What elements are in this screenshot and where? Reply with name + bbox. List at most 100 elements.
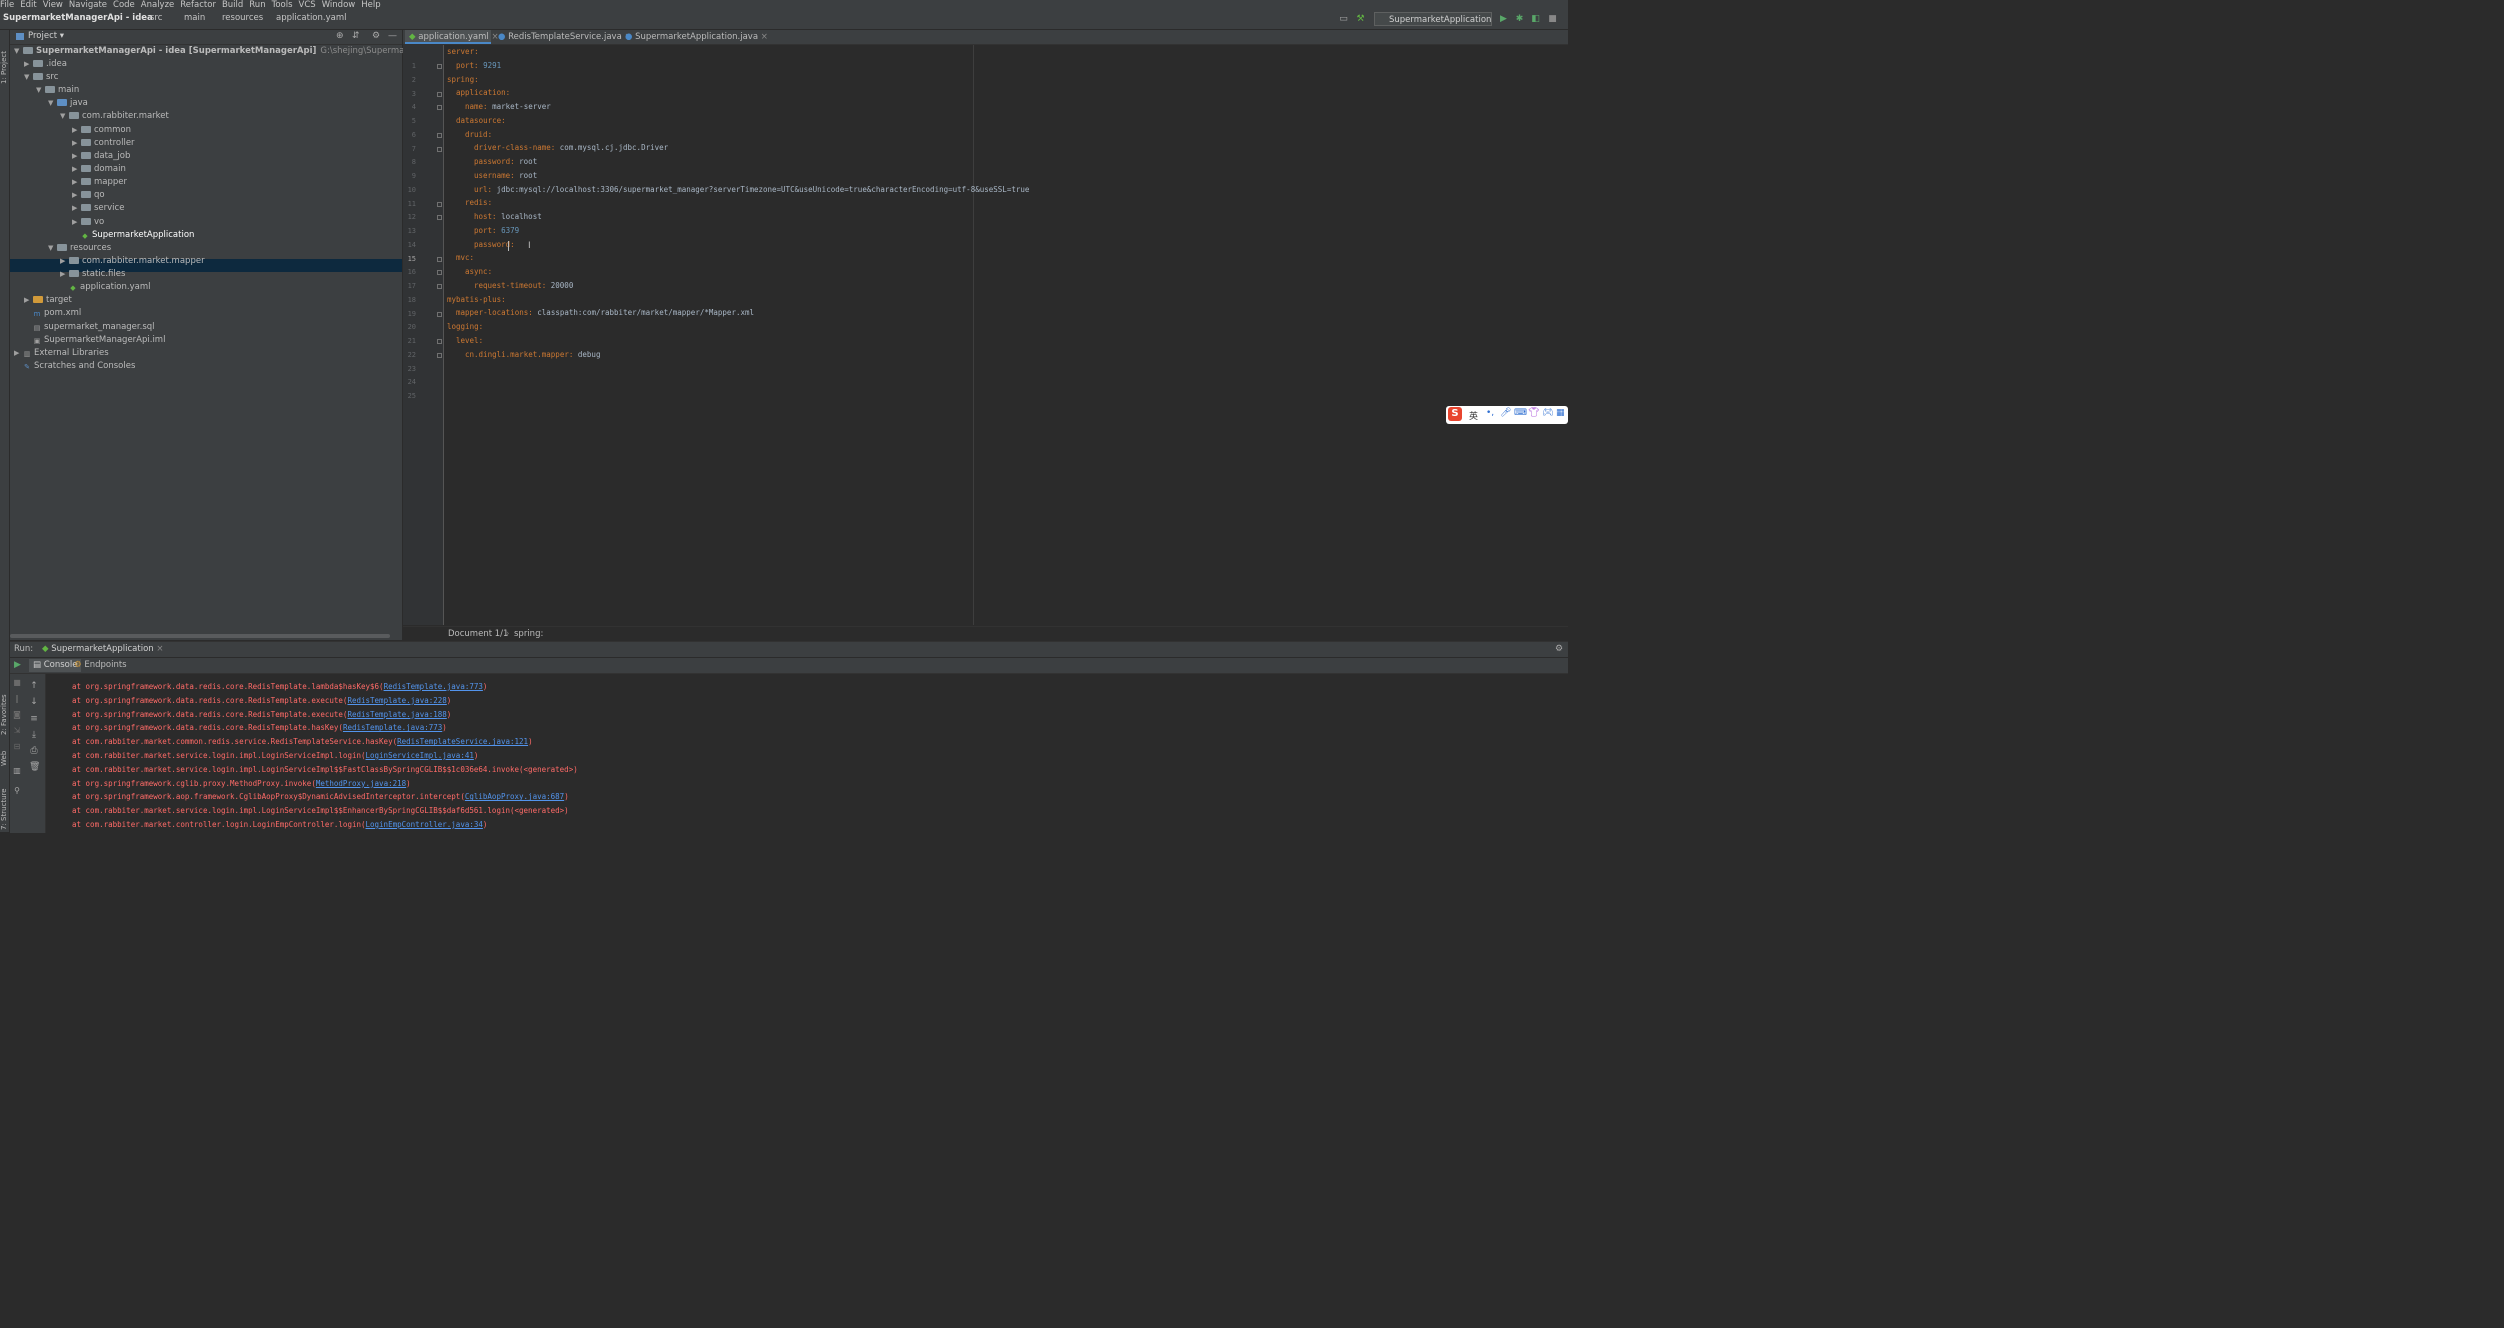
tree-item[interactable]: ▶ service — [72, 202, 124, 215]
breadcrumb-src[interactable]: src — [150, 13, 162, 23]
favorites-tool-tab[interactable]: 2: Favorites — [0, 675, 9, 735]
collapsed-arrow-icon[interactable]: ▶ — [72, 176, 81, 189]
fold-marker-icon[interactable] — [437, 91, 442, 97]
menu-file[interactable]: File — [0, 0, 14, 10]
fold-marker-icon[interactable] — [437, 256, 442, 262]
tree-item[interactable]: ▶ com.rabbiter.market.mapper — [60, 255, 205, 268]
close-icon[interactable]: × — [761, 32, 768, 42]
menu-build[interactable]: Build — [222, 0, 243, 10]
menu-code[interactable]: Code — [113, 0, 135, 10]
expanded-arrow-icon[interactable]: ▼ — [48, 242, 57, 255]
run-config-select[interactable]: SupermarketApplication ▾ — [1374, 12, 1492, 39]
tree-item[interactable]: ▶ static.files — [60, 268, 125, 281]
expanded-arrow-icon[interactable]: ▼ — [14, 45, 23, 58]
soft-wrap-icon[interactable]: ≡ — [29, 714, 39, 724]
hide-icon[interactable]: — — [388, 31, 397, 41]
stop-icon[interactable]: ■ — [12, 678, 22, 688]
layout-grid-icon[interactable]: ▥ — [12, 766, 22, 776]
project-tool-tab[interactable]: 1: Project — [0, 34, 9, 84]
collapsed-arrow-icon[interactable]: ▶ — [14, 347, 23, 360]
fold-marker-icon[interactable] — [437, 146, 442, 152]
expanded-arrow-icon[interactable]: ▼ — [60, 110, 69, 123]
tab-application-yaml[interactable]: ◆ application.yaml × — [405, 30, 499, 44]
source-link[interactable]: RedisTemplateService.java:121 — [397, 737, 528, 746]
source-link[interactable]: RedisTemplate.java:773 — [384, 682, 483, 691]
trash-icon[interactable]: 🗑︎ — [29, 762, 40, 772]
collapsed-arrow-icon[interactable]: ▶ — [24, 294, 33, 307]
keyboard-icon[interactable]: ⌨ — [1514, 408, 1527, 418]
collapse-icon[interactable]: ⇵ — [352, 31, 360, 41]
locate-icon[interactable]: ⊕ — [336, 31, 344, 41]
tab-endpoints[interactable]: ⚙ Endpoints — [74, 660, 127, 670]
stop-icon[interactable]: ■ — [1548, 14, 1557, 24]
menu-vcs[interactable]: VCS — [299, 0, 316, 10]
down-arrow-icon[interactable]: ↓ — [29, 697, 39, 707]
project-breadcrumb[interactable]: SupermarketManagerApi - idea — [3, 13, 153, 23]
tab-redis-template-service[interactable]: ● RedisTemplateService.java × — [498, 30, 632, 44]
tree-item[interactable]: ▼ resources — [48, 242, 111, 255]
project-horizontal-scrollbar[interactable] — [10, 634, 390, 638]
collapsed-arrow-icon[interactable]: ▶ — [72, 124, 81, 137]
collapsed-arrow-icon[interactable]: ▶ — [24, 58, 33, 71]
camera-icon[interactable]: ◙ — [12, 710, 22, 720]
tree-item[interactable]: ▶ mapper — [72, 176, 127, 189]
expanded-arrow-icon[interactable]: ▼ — [24, 71, 33, 84]
tree-item[interactable]: ▶ domain — [72, 163, 126, 176]
source-link[interactable]: LoginEmpController.java:34 — [366, 820, 483, 829]
collapsed-arrow-icon[interactable]: ▶ — [60, 255, 69, 268]
ime-language-label[interactable]: 英 — [1469, 409, 1478, 422]
restore-layout-icon[interactable]: ⊟ — [12, 742, 22, 752]
collapsed-arrow-icon[interactable]: ▶ — [72, 216, 81, 229]
menu-window[interactable]: Window — [322, 0, 356, 10]
source-link[interactable]: RedisTemplate.java:773 — [343, 723, 442, 732]
pin-icon[interactable]: ⚲ — [12, 786, 22, 796]
up-arrow-icon[interactable]: ↑ — [29, 681, 39, 691]
tree-item[interactable]: ▼ src — [24, 71, 58, 84]
tree-item[interactable]: ▶ target — [24, 294, 72, 307]
expanded-arrow-icon[interactable]: ▼ — [36, 84, 45, 97]
collapsed-arrow-icon[interactable]: ▶ — [72, 163, 81, 176]
ime-toolbar[interactable]: S 英 •, 🎤︎ ⌨ 👕︎ 🎮︎ ▦ — [1446, 406, 1568, 424]
tree-item[interactable]: ◆ application.yaml — [60, 281, 150, 294]
tree-item[interactable]: ▶ .idea — [24, 58, 67, 71]
close-icon[interactable]: × — [156, 644, 163, 654]
expanded-arrow-icon[interactable]: ▼ — [48, 97, 57, 110]
debug-icon[interactable]: ✱ — [1515, 14, 1524, 24]
fold-marker-icon[interactable] — [437, 64, 442, 69]
menu-run[interactable]: Run — [249, 0, 265, 10]
gamepad-icon[interactable]: 🎮︎ — [1542, 408, 1553, 418]
tree-item[interactable]: ▼ java — [48, 97, 88, 110]
menu-tools[interactable]: Tools — [272, 0, 293, 10]
collapsed-arrow-icon[interactable]: ▶ — [60, 268, 69, 281]
source-link[interactable]: RedisTemplate.java:228 — [347, 696, 446, 705]
menu-analyze[interactable]: Analyze — [141, 0, 175, 10]
fold-marker-icon[interactable] — [437, 284, 442, 289]
exit-icon[interactable]: ⇲ — [12, 726, 22, 736]
tree-item[interactable]: ▶ controller — [72, 137, 135, 150]
fold-marker-icon[interactable] — [437, 311, 442, 317]
rerun-icon[interactable]: ▶ — [14, 660, 21, 670]
tree-item[interactable]: ▶ common — [72, 124, 131, 137]
project-view-select[interactable]: Project ▾ — [28, 31, 64, 41]
yaml-path-indicator[interactable]: spring: — [514, 627, 543, 641]
run-icon[interactable]: ▶ — [1499, 14, 1508, 24]
menu-edit[interactable]: Edit — [20, 0, 36, 10]
grid-menu-icon[interactable]: ▦ — [1556, 408, 1565, 418]
fold-marker-icon[interactable] — [437, 215, 442, 221]
tree-item[interactable]: ◆ SupermarketApplication — [72, 229, 194, 242]
fold-marker-icon[interactable] — [437, 339, 442, 344]
tree-item[interactable]: ▶ ▥ External Libraries — [14, 347, 109, 360]
fold-marker-icon[interactable] — [437, 132, 442, 138]
tree-item[interactable]: m pom.xml — [24, 307, 82, 320]
tree-item[interactable]: ▣ SupermarketManagerApi.iml — [24, 334, 166, 347]
source-link[interactable]: LoginServiceImpl.java:41 — [366, 751, 474, 760]
run-session-tab[interactable]: ◆ SupermarketApplication × — [42, 644, 164, 654]
build-hammer-icon[interactable]: ⚒ — [1356, 14, 1365, 24]
breadcrumb-resources[interactable]: resources — [222, 13, 263, 23]
breadcrumb-main[interactable]: main — [184, 13, 205, 23]
tree-item[interactable]: ▶ vo — [72, 216, 104, 229]
collapsed-arrow-icon[interactable]: ▶ — [72, 150, 81, 163]
collapsed-arrow-icon[interactable]: ▶ — [72, 189, 81, 202]
web-tool-tab[interactable]: Web — [0, 738, 9, 766]
print-icon[interactable]: ⎙ — [29, 746, 39, 756]
